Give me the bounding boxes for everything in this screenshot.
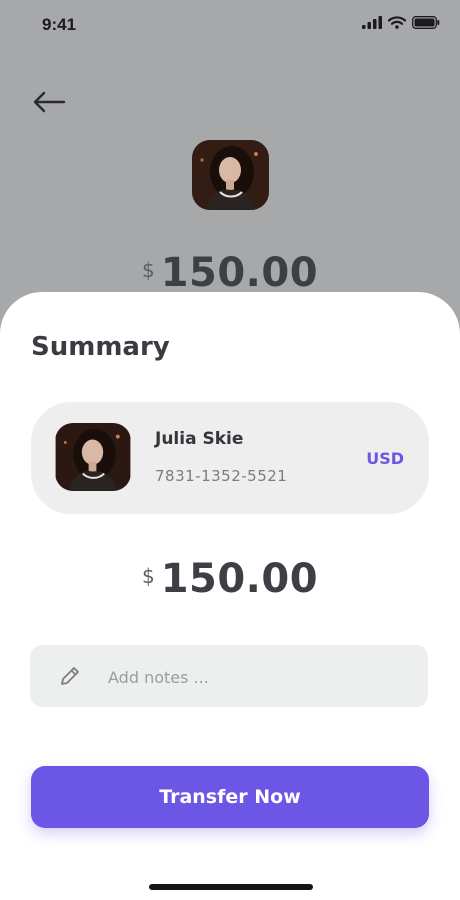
notes-field[interactable] — [30, 645, 428, 707]
recipient-card-avatar — [55, 423, 131, 491]
status-icons — [362, 16, 440, 29]
transfer-now-button[interactable]: Transfer Now — [31, 766, 429, 828]
signal-icon — [362, 16, 382, 29]
pencil-icon — [61, 667, 79, 685]
summary-amount-value: 150.00 — [160, 556, 319, 602]
summary-title: Summary — [31, 332, 170, 362]
battery-icon — [412, 16, 440, 29]
wifi-icon — [388, 16, 406, 29]
summary-amount: $150.00 — [0, 556, 460, 602]
recipient-card[interactable]: Julia Skie 7831-1352-5521 USD — [31, 402, 429, 514]
status-bar: 9:41 — [0, 0, 460, 52]
back-arrow-icon — [33, 91, 66, 113]
summary-currency-symbol: $ — [141, 564, 155, 588]
back-button[interactable] — [30, 86, 68, 118]
amount-value: 150.00 — [160, 250, 319, 296]
currency-label: USD — [366, 449, 404, 468]
recipient-account-number: 7831-1352-5521 — [155, 467, 288, 485]
currency-symbol: $ — [141, 258, 155, 282]
status-time: 9:41 — [42, 15, 77, 34]
transfer-amount-display: $150.00 — [0, 250, 460, 296]
recipient-name: Julia Skie — [155, 429, 244, 449]
notes-input[interactable] — [106, 661, 410, 693]
recipient-avatar — [192, 140, 269, 210]
home-indicator — [149, 884, 313, 890]
summary-sheet: Summary Julia Skie 7831-1352-5521 USD $1… — [0, 292, 460, 900]
